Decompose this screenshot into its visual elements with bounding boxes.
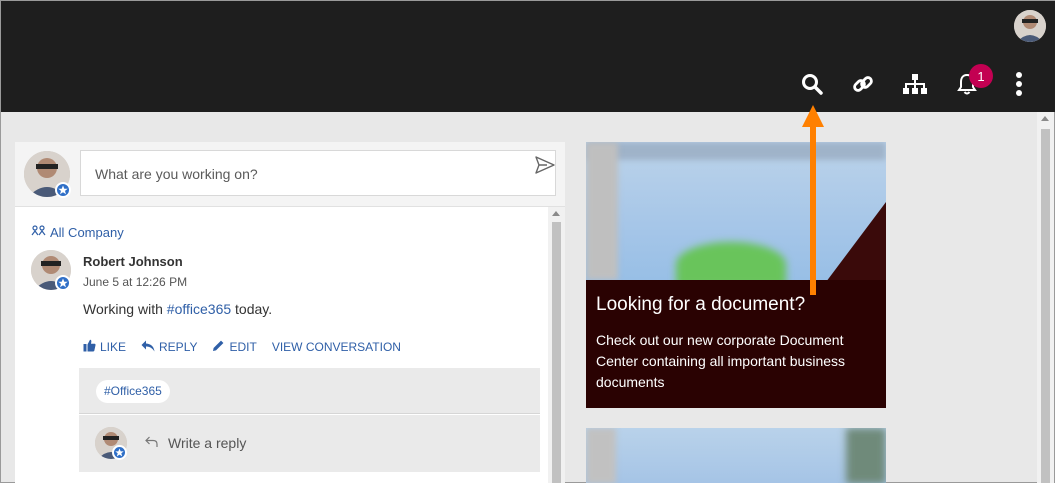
message-text: Working with (83, 301, 167, 317)
notification-badge: 1 (969, 64, 993, 88)
reply-hook-icon (145, 435, 158, 451)
scroll-up-arrow[interactable] (1041, 116, 1049, 121)
link-icon[interactable] (848, 69, 878, 99)
pencil-icon (212, 339, 225, 355)
post-composer: What are you working on? (15, 142, 565, 207)
post-input[interactable]: What are you working on? (80, 150, 556, 196)
promo-card-title: Looking for a document? (596, 294, 806, 315)
user-avatar[interactable] (1014, 10, 1046, 42)
search-icon[interactable] (797, 69, 827, 99)
feed-scroll-thumb[interactable] (552, 222, 561, 483)
hashtag-link[interactable]: #office365 (167, 301, 231, 317)
more-icon[interactable] (1004, 69, 1034, 99)
thumbs-up-icon (83, 339, 96, 355)
group-link[interactable]: All Company (31, 225, 124, 240)
like-button[interactable]: LIKE (83, 339, 126, 355)
feed-scrollbar[interactable] (548, 207, 565, 483)
author-star-icon (55, 275, 71, 291)
reply-input[interactable]: Write a reply (145, 435, 246, 451)
feed-scroll-up-arrow[interactable] (552, 211, 560, 216)
promo-card-body: Looking for a document? Check out our ne… (586, 280, 886, 408)
scroll-thumb[interactable] (1041, 129, 1050, 483)
page-scrollbar[interactable] (1037, 112, 1054, 483)
promo-card-2[interactable] (586, 428, 886, 483)
star-badge-icon (55, 182, 71, 198)
sitemap-icon[interactable] (900, 69, 930, 99)
topic-chip[interactable]: #Office365 (96, 380, 170, 403)
post-timestamp[interactable]: June 5 at 12:26 PM (83, 275, 187, 289)
edit-label: EDIT (229, 340, 257, 354)
annotation-arrow (802, 105, 824, 300)
reply-label: REPLY (159, 340, 198, 354)
promo-card-text: Check out our new corporate Document Cen… (596, 332, 846, 390)
top-bar: 1 (1, 1, 1055, 112)
reply-star-icon (112, 445, 127, 460)
post-author[interactable]: Robert Johnson (83, 254, 183, 269)
view-conversation-button[interactable]: VIEW CONVERSATION (272, 339, 401, 355)
topics-area: #Office365 (79, 368, 540, 414)
feed-panel: What are you working on? All Company Rob… (15, 142, 565, 483)
post-actions: LIKE REPLY EDIT VIEW CONVERSATION (83, 339, 401, 355)
reply-placeholder: Write a reply (168, 435, 247, 451)
post-message: Working with #office365 today. (83, 301, 272, 317)
group-name: All Company (50, 225, 124, 240)
message-text-end: today. (231, 301, 273, 317)
group-icon (31, 225, 46, 240)
view-conversation-label: VIEW CONVERSATION (271, 340, 401, 354)
reply-area: Write a reply (79, 415, 540, 472)
reply-arrow-icon (141, 340, 155, 355)
promo-card-image (586, 142, 886, 287)
promo-card[interactable]: Looking for a document? Check out our ne… (586, 142, 886, 408)
reply-button[interactable]: REPLY (141, 339, 197, 355)
edit-button[interactable]: EDIT (212, 339, 257, 355)
send-icon[interactable] (535, 156, 555, 179)
like-label: LIKE (100, 340, 127, 354)
